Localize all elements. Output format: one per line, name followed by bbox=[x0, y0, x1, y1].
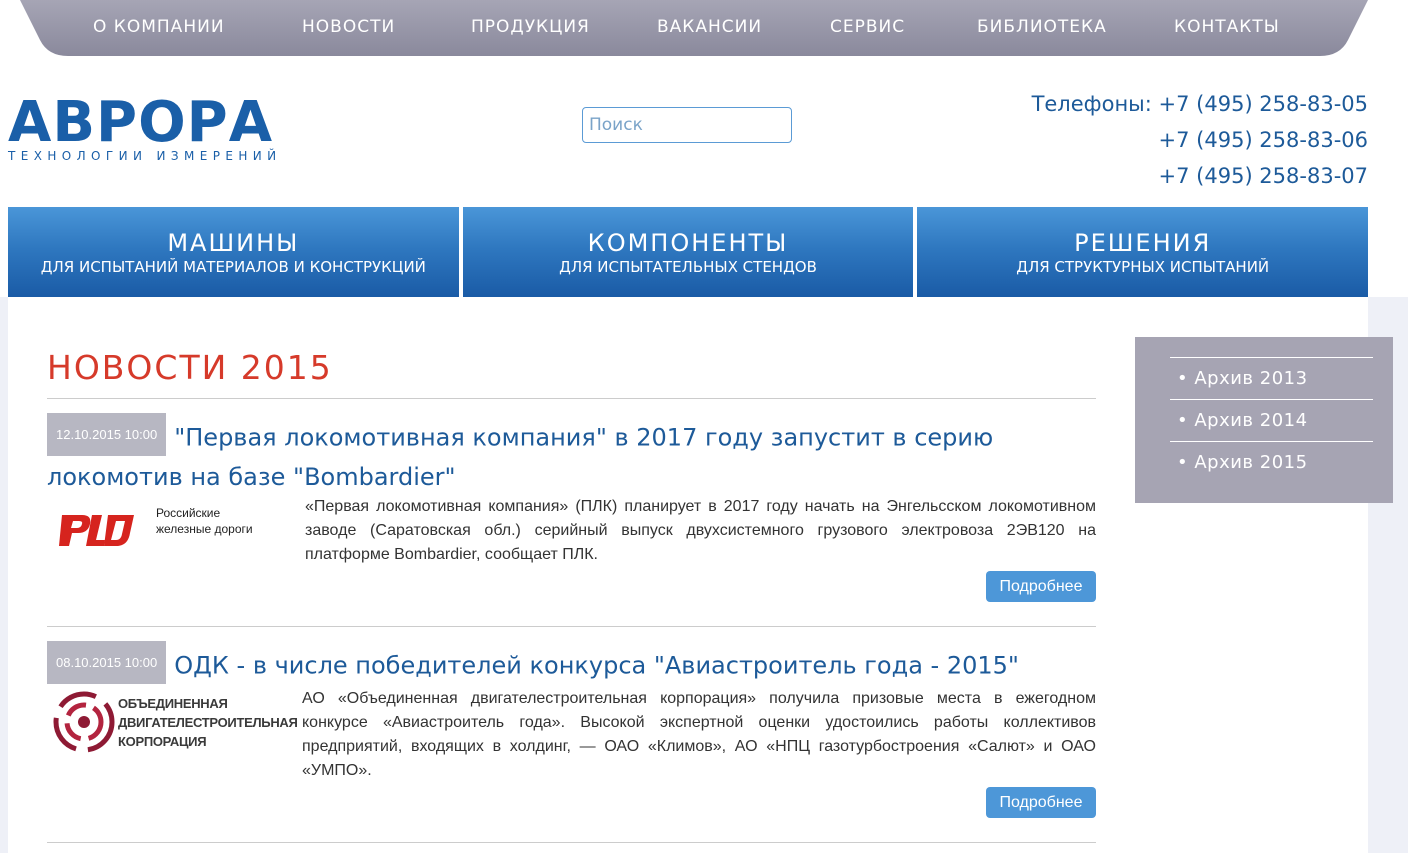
divider bbox=[1170, 357, 1373, 358]
phone-1[interactable]: +7 (495) 258-83-05 bbox=[1159, 92, 1368, 116]
nav-about[interactable]: О КОМПАНИИ bbox=[93, 17, 225, 37]
category-title: РЕШЕНИЯ bbox=[1074, 229, 1212, 257]
news-date-badge: 08.10.2015 10:00 bbox=[47, 641, 167, 684]
category-subtitle: ДЛЯ ИСПЫТАНИЙ МАТЕРИАЛОВ И КОНСТРУКЦИЙ bbox=[40, 258, 426, 276]
odk-logo: ОБЪЕДИНЕННАЯ ДВИГАТЕЛЕСТРОИТЕЛЬНАЯ КОРПО… bbox=[52, 690, 298, 759]
news-title[interactable]: ОДК - в числе победителей конкурса "Авиа… bbox=[174, 652, 1019, 680]
nav-products[interactable]: ПРОДУКЦИЯ bbox=[471, 17, 590, 37]
divider bbox=[47, 626, 1096, 627]
odk-logo-text-2: ДВИГАТЕЛЕСТРОИТЕЛЬНАЯ bbox=[118, 715, 298, 730]
category-subtitle: ДЛЯ СТРУКТУРНЫХ ИСПЫТАНИЙ bbox=[1016, 258, 1270, 276]
phone-2[interactable]: +7 (495) 258-83-06 bbox=[1032, 122, 1368, 158]
news-title-link[interactable]: 12.10.2015 10:00 "Первая локомотивная ком… bbox=[47, 413, 1097, 495]
news-excerpt: «Первая локомотивная компания» (ПЛК) пла… bbox=[305, 498, 1096, 563]
more-button[interactable]: Подробнее bbox=[986, 787, 1096, 818]
category-title: КОМПОНЕНТЫ bbox=[587, 229, 789, 257]
rzd-logo-icon bbox=[59, 515, 134, 546]
more-button[interactable]: Подробнее bbox=[986, 571, 1096, 602]
news-date-badge: 12.10.2015 10:00 bbox=[47, 413, 167, 456]
top-navigation: О КОМПАНИИ НОВОСТИ ПРОДУКЦИЯ ВАКАНСИИ СЕ… bbox=[20, 0, 1368, 56]
archive-2015-link[interactable]: • Архив 2015 bbox=[1177, 452, 1308, 473]
phones-label: Телефоны: bbox=[1031, 92, 1152, 116]
page-title: НОВОСТИ 2015 bbox=[47, 348, 333, 387]
nav-contacts[interactable]: КОНТАКТЫ bbox=[1174, 17, 1280, 37]
site-logo[interactable]: АВРОРА ТЕХНОЛОГИИ ИЗМЕРЕНИЙ bbox=[8, 90, 282, 164]
nav-vacancies[interactable]: ВАКАНСИИ bbox=[657, 17, 762, 37]
rzd-logo-text-1: Российские bbox=[156, 506, 221, 520]
page-left-margin bbox=[0, 297, 8, 853]
category-bar: МАШИНЫ ДЛЯ ИСПЫТАНИЙ МАТЕРИАЛОВ И КОНСТР… bbox=[8, 207, 1369, 297]
nav-news[interactable]: НОВОСТИ bbox=[302, 17, 395, 37]
category-title: МАШИНЫ bbox=[167, 229, 300, 257]
search-input[interactable] bbox=[582, 107, 792, 143]
rzd-logo: Российские железные дороги bbox=[52, 500, 253, 555]
rzd-logo-text-2: железные дороги bbox=[156, 522, 253, 536]
archive-2014-link[interactable]: • Архив 2014 bbox=[1177, 410, 1308, 431]
news-excerpt: АО «Объединенная двигателестроительная к… bbox=[302, 690, 1096, 779]
phone-3[interactable]: +7 (495) 258-83-07 bbox=[1032, 158, 1368, 194]
divider bbox=[47, 842, 1096, 843]
odk-logo-icon bbox=[53, 691, 115, 753]
logo-tagline: ТЕХНОЛОГИИ ИЗМЕРЕНИЙ bbox=[8, 149, 282, 163]
divider bbox=[1170, 441, 1373, 442]
divider bbox=[1170, 399, 1373, 400]
category-machines[interactable]: МАШИНЫ ДЛЯ ИСПЫТАНИЙ МАТЕРИАЛОВ И КОНСТР… bbox=[8, 207, 459, 297]
nav-library[interactable]: БИБЛИОТЕКА bbox=[977, 17, 1107, 37]
divider bbox=[47, 398, 1096, 399]
nav-service[interactable]: СЕРВИС bbox=[830, 17, 905, 37]
archive-sidebar: • Архив 2013 • Архив 2014 • Архив 2015 bbox=[1135, 337, 1393, 503]
news-title[interactable]: "Первая локомотивная компания" в 2017 го… bbox=[47, 424, 993, 492]
news-title-link[interactable]: 08.10.2015 10:00 ОДК - в числе победителе… bbox=[47, 641, 1097, 688]
odk-logo-text-1: ОБЪЕДИНЕННАЯ bbox=[118, 696, 228, 711]
phone-block: Телефоны: +7 (495) 258-83-05 +7 (495) 25… bbox=[1032, 86, 1368, 194]
archive-2013-link[interactable]: • Архив 2013 bbox=[1177, 368, 1308, 389]
category-subtitle: ДЛЯ ИСПЫТАТЕЛЬНЫХ СТЕНДОВ bbox=[559, 258, 817, 276]
category-components[interactable]: КОМПОНЕНТЫ ДЛЯ ИСПЫТАТЕЛЬНЫХ СТЕНДОВ bbox=[462, 207, 914, 297]
category-solutions[interactable]: РЕШЕНИЯ ДЛЯ СТРУКТУРНЫХ ИСПЫТАНИЙ bbox=[917, 207, 1369, 297]
logo-wordmark: АВРОРА bbox=[8, 90, 274, 155]
odk-logo-text-3: КОРПОРАЦИЯ bbox=[118, 734, 207, 749]
